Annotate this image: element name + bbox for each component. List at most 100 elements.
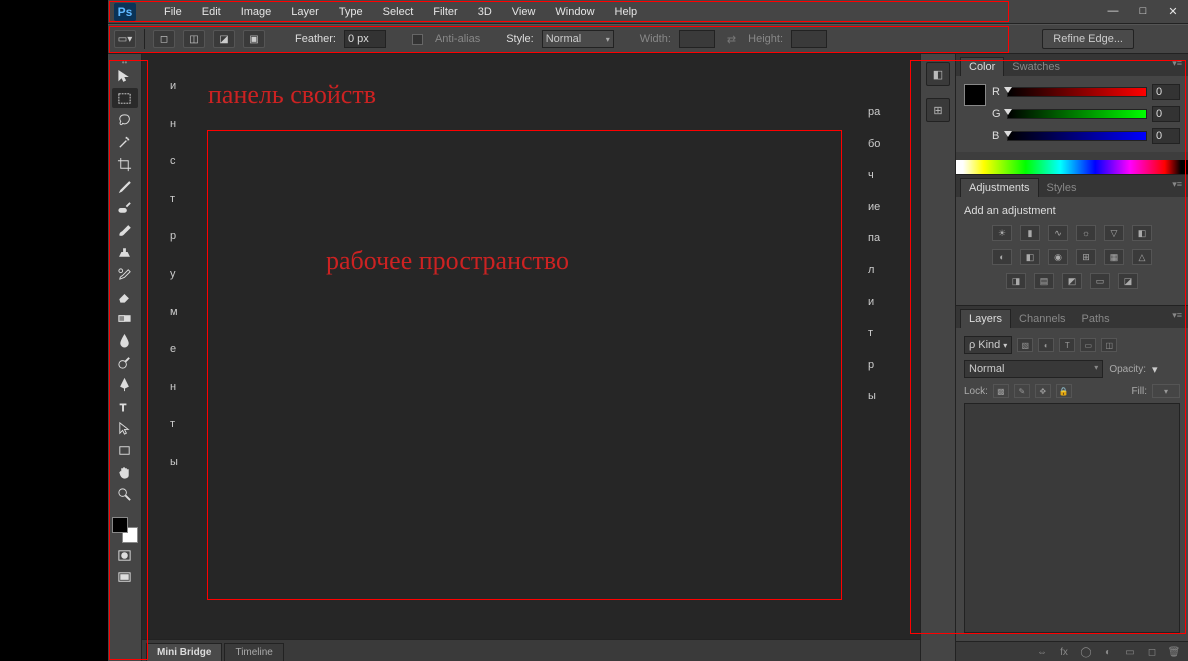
lock-pixels-icon[interactable]: ▩ xyxy=(993,384,1009,398)
quickmask-icon[interactable] xyxy=(112,545,138,565)
adj-threshold-icon[interactable]: ◩ xyxy=(1062,273,1082,289)
adj-selective-icon[interactable]: ◪ xyxy=(1118,273,1138,289)
close-icon[interactable]: ✕ xyxy=(1158,0,1188,22)
g-slider[interactable] xyxy=(1007,109,1147,119)
shape-tool-icon[interactable] xyxy=(112,440,138,460)
menu-window[interactable]: Window xyxy=(545,0,604,24)
tab-channels[interactable]: Channels xyxy=(1011,310,1073,328)
lock-paint-icon[interactable]: ✎ xyxy=(1014,384,1030,398)
foreground-color-swatch[interactable] xyxy=(112,517,128,533)
adj-levels-icon[interactable]: ▮ xyxy=(1020,225,1040,241)
tab-layers[interactable]: Layers xyxy=(960,309,1011,328)
filter-pixel-icon[interactable]: ▧ xyxy=(1017,338,1033,352)
tab-styles[interactable]: Styles xyxy=(1039,179,1085,197)
adj-mixer-icon[interactable]: ⊞ xyxy=(1076,249,1096,265)
layer-list[interactable] xyxy=(964,403,1180,633)
history-brush-tool-icon[interactable] xyxy=(112,264,138,284)
menu-filter[interactable]: Filter xyxy=(423,0,467,24)
color-spectrum[interactable] xyxy=(956,160,1188,174)
selection-intersect-icon[interactable]: ▣ xyxy=(243,30,265,48)
adj-more-icon[interactable]: ◧ xyxy=(1132,225,1152,241)
link-layers-icon[interactable]: ⇔ xyxy=(1034,646,1050,660)
clone-stamp-tool-icon[interactable] xyxy=(112,242,138,262)
adj-invert-icon[interactable]: ◨ xyxy=(1006,273,1026,289)
minimize-icon[interactable]: — xyxy=(1098,0,1128,22)
layer-fx-icon[interactable]: fx xyxy=(1056,646,1072,660)
fill-input[interactable]: ▾ xyxy=(1152,384,1180,398)
tab-minibridge[interactable]: Mini Bridge xyxy=(146,643,222,661)
crop-tool-icon[interactable] xyxy=(112,154,138,174)
b-slider[interactable] xyxy=(1007,131,1147,141)
gradient-tool-icon[interactable] xyxy=(112,308,138,328)
adj-lookup-icon[interactable]: ▦ xyxy=(1104,249,1124,265)
panel-menu-icon[interactable]: ▾≡ xyxy=(1172,58,1182,69)
feather-input[interactable] xyxy=(344,30,386,48)
lock-all-icon[interactable]: 🔒 xyxy=(1056,384,1072,398)
healing-brush-tool-icon[interactable] xyxy=(112,198,138,218)
menu-edit[interactable]: Edit xyxy=(192,0,231,24)
adj-curves-icon[interactable]: ∿ xyxy=(1048,225,1068,241)
properties-panel-icon[interactable]: ⊞ xyxy=(926,98,950,122)
selection-new-icon[interactable]: ◻ xyxy=(153,30,175,48)
layer-kind-filter[interactable]: ρKind▾ xyxy=(964,336,1012,354)
tab-timeline[interactable]: Timeline xyxy=(224,643,283,661)
refine-edge-button[interactable]: Refine Edge... xyxy=(1042,29,1134,49)
type-tool-icon[interactable]: T xyxy=(112,396,138,416)
filter-shape-icon[interactable]: ▭ xyxy=(1080,338,1096,352)
maximize-icon[interactable]: □ xyxy=(1128,0,1158,22)
layer-mask-icon[interactable]: ◯ xyxy=(1078,646,1094,660)
menu-help[interactable]: Help xyxy=(605,0,648,24)
lock-position-icon[interactable]: ✥ xyxy=(1035,384,1051,398)
adj-brightness-icon[interactable]: ☀ xyxy=(992,225,1012,241)
dodge-tool-icon[interactable] xyxy=(112,352,138,372)
pen-tool-icon[interactable] xyxy=(112,374,138,394)
new-adjustment-icon[interactable]: ◐ xyxy=(1100,646,1116,660)
panel-menu-icon[interactable]: ▾≡ xyxy=(1172,310,1182,321)
eraser-tool-icon[interactable] xyxy=(112,286,138,306)
menu-file[interactable]: File xyxy=(154,0,192,24)
antialias-checkbox[interactable] xyxy=(412,34,423,45)
menu-type[interactable]: Type xyxy=(329,0,373,24)
adj-photofilter-icon[interactable]: ◉ xyxy=(1048,249,1068,265)
blend-mode-select[interactable]: Normal xyxy=(964,360,1103,378)
b-value[interactable]: 0 xyxy=(1152,128,1180,144)
panel-menu-icon[interactable]: ▾≡ xyxy=(1172,179,1182,190)
tab-adjustments[interactable]: Adjustments xyxy=(960,178,1039,197)
adj-gradientmap-icon[interactable]: ▭ xyxy=(1090,273,1110,289)
path-select-tool-icon[interactable] xyxy=(112,418,138,438)
selection-subtract-icon[interactable]: ◪ xyxy=(213,30,235,48)
adj-hue-icon[interactable]: ◐ xyxy=(992,249,1012,265)
hand-tool-icon[interactable] xyxy=(112,462,138,482)
menu-layer[interactable]: Layer xyxy=(281,0,329,24)
adj-6-icon[interactable]: △ xyxy=(1132,249,1152,265)
history-panel-icon[interactable]: ◧ xyxy=(926,62,950,86)
r-value[interactable]: 0 xyxy=(1152,84,1180,100)
delete-layer-icon[interactable]: 🗑 xyxy=(1166,646,1182,660)
opacity-input[interactable]: ▾ xyxy=(1152,363,1180,376)
marquee-tool-icon[interactable] xyxy=(112,88,138,108)
style-select[interactable]: Normal xyxy=(542,30,614,48)
tab-paths[interactable]: Paths xyxy=(1074,310,1118,328)
adj-posterize-icon[interactable]: ▤ xyxy=(1034,273,1054,289)
magic-wand-tool-icon[interactable] xyxy=(112,132,138,152)
eyedropper-tool-icon[interactable] xyxy=(112,176,138,196)
new-group-icon[interactable]: ▭ xyxy=(1122,646,1138,660)
filter-type-icon[interactable]: T xyxy=(1059,338,1075,352)
adj-vibrance-icon[interactable]: ▽ xyxy=(1104,225,1124,241)
active-tool-icon[interactable]: ▭▾ xyxy=(114,30,136,48)
move-tool-icon[interactable] xyxy=(112,66,138,86)
adj-bw-icon[interactable]: ◧ xyxy=(1020,249,1040,265)
screenmode-icon[interactable] xyxy=(112,567,138,587)
g-value[interactable]: 0 xyxy=(1152,106,1180,122)
menu-3d[interactable]: 3D xyxy=(468,0,502,24)
menu-select[interactable]: Select xyxy=(373,0,424,24)
tab-color[interactable]: Color xyxy=(960,57,1004,76)
canvas[interactable] xyxy=(142,54,920,639)
adj-exposure-icon[interactable]: ☼ xyxy=(1076,225,1096,241)
menu-image[interactable]: Image xyxy=(231,0,282,24)
selection-add-icon[interactable]: ◫ xyxy=(183,30,205,48)
filter-smart-icon[interactable]: ◫ xyxy=(1101,338,1117,352)
tab-swatches[interactable]: Swatches xyxy=(1004,58,1068,76)
menu-view[interactable]: View xyxy=(502,0,546,24)
lasso-tool-icon[interactable] xyxy=(112,110,138,130)
